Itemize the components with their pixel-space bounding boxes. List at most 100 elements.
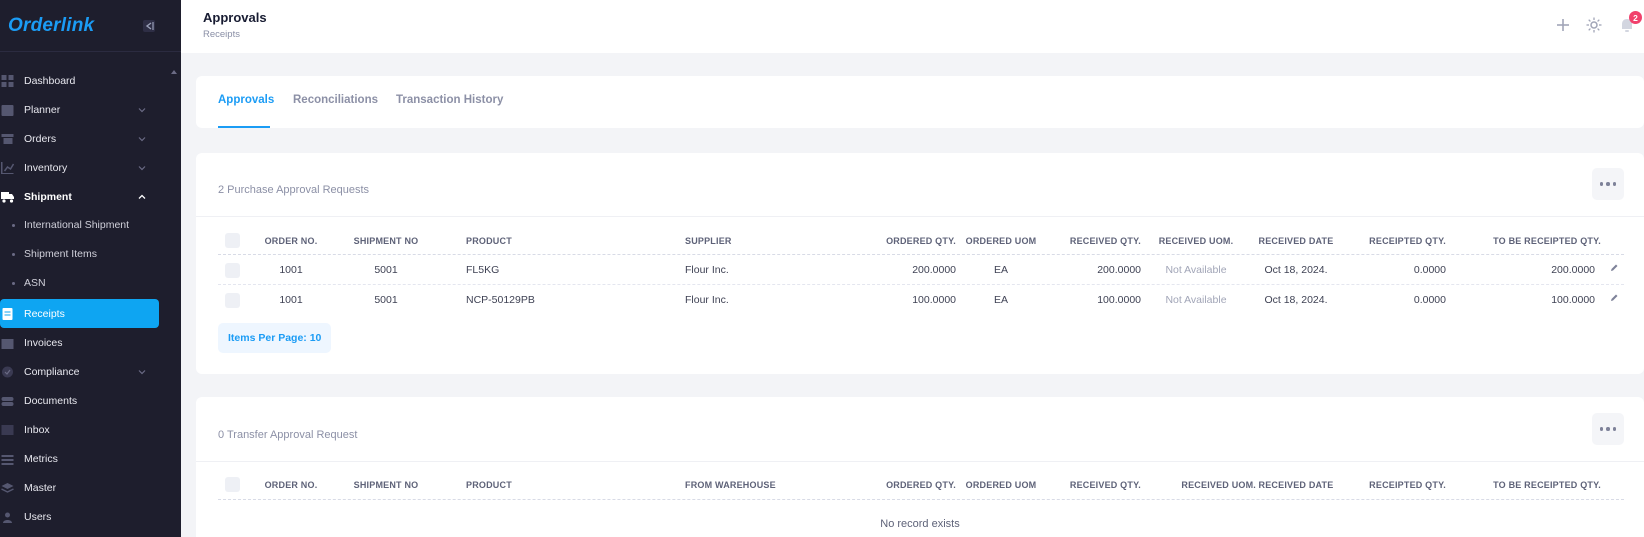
- cell-shipment-no: 5001: [374, 264, 398, 276]
- sidebar-item-documents[interactable]: Documents: [0, 386, 159, 415]
- more-dot: [1612, 182, 1617, 186]
- sidebar-subitem-international-shipment[interactable]: International Shipment: [0, 212, 159, 238]
- bullet: [12, 252, 15, 256]
- inbox-icon: [1, 424, 14, 435]
- column-header-from-warehouse[interactable]: FROM WAREHOUSE: [685, 480, 776, 490]
- cell-received-uom: Not Available: [1165, 294, 1227, 306]
- header-divider: [218, 499, 1624, 500]
- collapse-sidebar-icon[interactable]: [142, 19, 156, 33]
- transfer-approvals-card: 0 Transfer Approval Request ORDER NO. SH…: [196, 397, 1644, 537]
- truck-icon: [1, 191, 14, 203]
- dashboard-icon: [1, 74, 14, 87]
- sidebar-item-invoices[interactable]: Invoices: [0, 328, 159, 357]
- cart-icon: [1, 133, 14, 144]
- column-header-received-qty[interactable]: RECEIVED QTY.: [1016, 480, 1141, 490]
- column-header-order-no[interactable]: ORDER NO.: [256, 480, 326, 490]
- column-header-product[interactable]: PRODUCT: [466, 236, 512, 246]
- purchase-approvals-title: 2 Purchase Approval Requests: [218, 184, 370, 196]
- column-header-order-no[interactable]: ORDER NO.: [256, 236, 326, 246]
- sidebar-subitem-label: Shipment Items: [24, 248, 97, 260]
- cell-supplier: Flour Inc.: [685, 264, 729, 276]
- breadcrumb[interactable]: Receipts: [203, 29, 240, 40]
- column-header-to-be-receipted-qty[interactable]: TO BE RECEIPTED QTY.: [1446, 236, 1601, 246]
- sidebar-item-label: Inbox: [24, 423, 50, 436]
- cell-ordered-qty: 200.0000: [912, 264, 956, 276]
- cell-receipted-qty: 0.0000: [1413, 264, 1446, 276]
- column-header-ordered-qty[interactable]: ORDERED QTY.: [836, 236, 956, 246]
- cell-received-uom: Not Available: [1165, 264, 1227, 276]
- sidebar-item-inventory[interactable]: Inventory: [0, 153, 159, 182]
- tab-approvals[interactable]: Approvals: [218, 94, 274, 106]
- sidebar-item-label: Dashboard: [24, 74, 76, 87]
- tab-reconciliations[interactable]: Reconciliations: [293, 94, 378, 106]
- column-header-receipted-qty[interactable]: RECEIPTED QTY.: [1326, 480, 1446, 490]
- page-title: Approvals: [203, 10, 267, 25]
- sidebar-item-label: Orders: [24, 132, 57, 145]
- chevron-up-icon: [138, 194, 146, 199]
- more-dot: [1612, 427, 1617, 431]
- cell-shipment-no: 5001: [374, 294, 398, 306]
- chevron-down-icon: [138, 165, 146, 170]
- row-checkbox[interactable]: [225, 293, 240, 308]
- scroll-up-icon[interactable]: [171, 69, 177, 75]
- column-header-received-uom[interactable]: RECEIVED UOM.: [1146, 236, 1246, 246]
- select-all-checkbox[interactable]: [225, 477, 240, 492]
- sidebar-subitem-asn[interactable]: ASN: [0, 270, 159, 296]
- sun-icon[interactable]: [1586, 17, 1602, 33]
- sidebar-item-label: Master: [24, 481, 57, 494]
- more-options-button[interactable]: [1592, 413, 1624, 445]
- sidebar-item-dashboard[interactable]: Dashboard: [0, 66, 159, 95]
- column-header-received-qty[interactable]: RECEIVED QTY.: [1016, 236, 1141, 246]
- edit-icon[interactable]: [1610, 263, 1619, 272]
- cell-to-be-receipted-qty: 200.0000: [1551, 264, 1595, 276]
- sidebar-item-planner[interactable]: Planner: [0, 95, 159, 124]
- sidebar-item-shipment[interactable]: Shipment: [0, 182, 159, 211]
- column-header-receipted-qty[interactable]: RECEIPTED QTY.: [1326, 236, 1446, 246]
- cell-product: NCP-50129PB: [466, 294, 535, 306]
- plus-icon[interactable]: [1555, 17, 1571, 33]
- calendar-icon: [1, 104, 14, 116]
- chevron-down-icon: [138, 107, 146, 112]
- column-header-to-be-receipted-qty[interactable]: TO BE RECEIPTED QTY.: [1446, 480, 1601, 490]
- chevron-down-icon: [138, 369, 146, 374]
- cell-order-no: 1001: [279, 264, 303, 276]
- sidebar-item-metrics[interactable]: Metrics: [0, 444, 159, 473]
- notification-badge: 2: [1629, 11, 1642, 24]
- column-header-shipment-no[interactable]: SHIPMENT NO: [351, 480, 421, 490]
- invoice-icon: [1, 338, 14, 349]
- card-divider: [196, 461, 1644, 462]
- more-options-button[interactable]: [1592, 168, 1624, 200]
- row-checkbox[interactable]: [225, 263, 240, 278]
- column-header-shipment-no[interactable]: SHIPMENT NO: [351, 236, 421, 246]
- tabs-card: Approvals Reconciliations Transaction Hi…: [196, 76, 1644, 128]
- brand-logo[interactable]: Orderlink: [8, 15, 94, 37]
- cell-product: FL5KG: [466, 264, 500, 276]
- card-divider: [196, 216, 1644, 217]
- sidebar-item-users[interactable]: Users: [0, 502, 159, 531]
- sidebar-subitem-label: ASN: [24, 277, 46, 289]
- bullet: [12, 223, 15, 227]
- items-per-page-button[interactable]: Items Per Page: 10: [218, 323, 332, 353]
- sidebar-item-label: Receipts: [24, 307, 65, 320]
- chart-icon: [1, 161, 14, 174]
- sidebar-item-receipts[interactable]: Receipts: [0, 299, 159, 328]
- shield-icon: [2, 366, 13, 377]
- column-header-product[interactable]: PRODUCT: [466, 480, 512, 490]
- edit-icon[interactable]: [1610, 293, 1619, 302]
- sidebar-item-orders[interactable]: Orders: [0, 124, 159, 153]
- active-tab-indicator: [218, 126, 270, 128]
- chevron-down-icon: [138, 136, 146, 141]
- select-all-checkbox[interactable]: [225, 233, 240, 248]
- sidebar-item-compliance[interactable]: Compliance: [0, 357, 159, 386]
- header-divider: [218, 254, 1624, 255]
- column-header-received-uom[interactable]: RECEIVED UOM.: [1136, 480, 1256, 490]
- row-divider: [218, 284, 1624, 285]
- column-header-supplier[interactable]: SUPPLIER: [685, 236, 732, 246]
- tab-transaction-history[interactable]: Transaction History: [396, 94, 503, 106]
- column-header-ordered-qty[interactable]: ORDERED QTY.: [836, 480, 956, 490]
- sidebar-item-master[interactable]: Master: [0, 473, 159, 502]
- sidebar-item-label: Inventory: [24, 161, 68, 174]
- sidebar-item-label: Shipment: [24, 190, 72, 203]
- sidebar-item-inbox[interactable]: Inbox: [0, 415, 159, 444]
- sidebar-subitem-shipment-items[interactable]: Shipment Items: [0, 241, 159, 267]
